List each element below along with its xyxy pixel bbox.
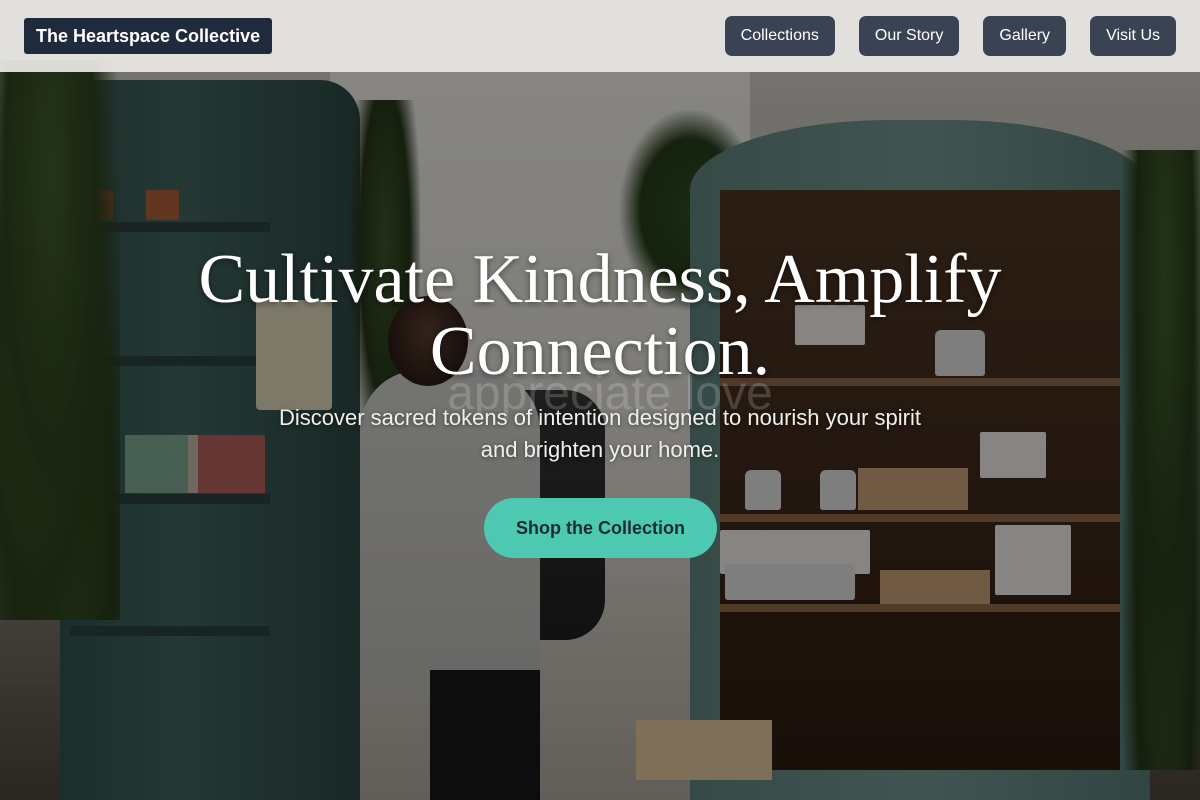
nav-visit-us-button[interactable]: Visit Us [1090,16,1176,56]
hero-section: appreciate love Cultivate Kindness, Ampl… [0,72,1200,800]
shop-collection-button[interactable]: Shop the Collection [484,498,717,558]
nav-collections-button[interactable]: Collections [724,16,835,56]
hero-subtitle: Discover sacred tokens of intention desi… [278,405,921,462]
brand-logo[interactable]: The Heartspace Collective [24,18,273,54]
main-nav: Collections Our Story Gallery Visit Us [724,16,1176,56]
hero-title: Cultivate Kindness, Amplify Connection. [198,241,1002,390]
nav-gallery-button[interactable]: Gallery [983,16,1067,56]
nav-our-story-button[interactable]: Our Story [858,16,960,56]
site-header: The Heartspace Collective Collections Ou… [0,0,1200,72]
